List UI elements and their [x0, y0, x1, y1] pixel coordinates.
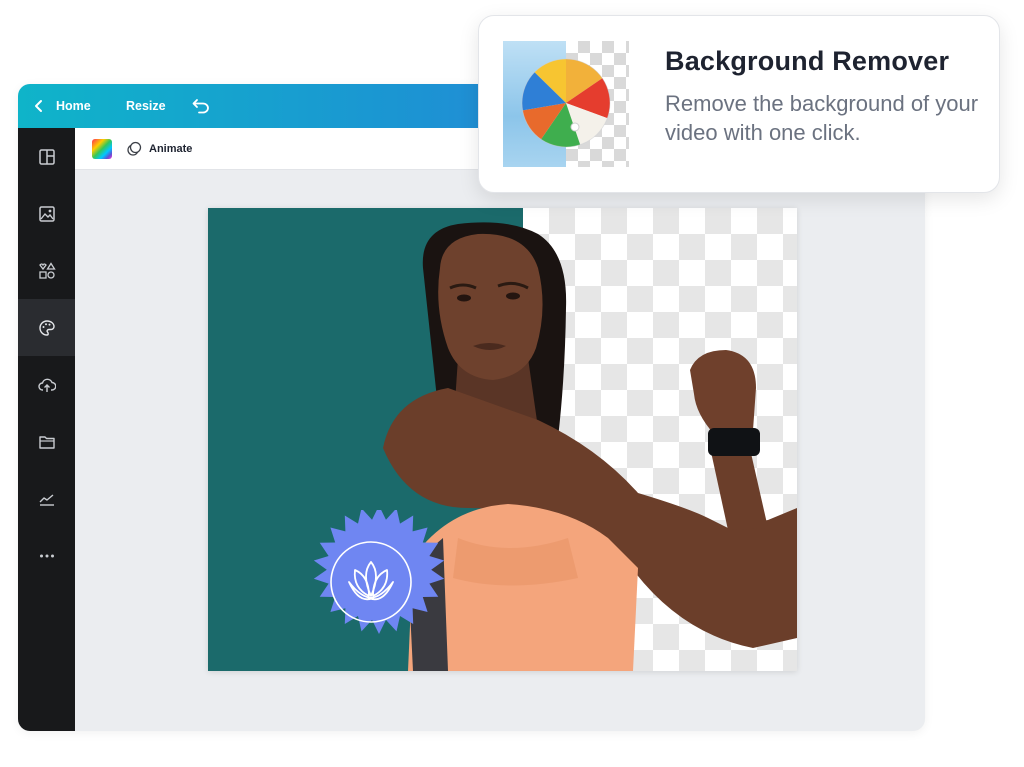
feature-title: Background Remover — [665, 46, 950, 76]
chevron-left-icon — [35, 100, 42, 112]
feature-card: Background Remover Remove the background… — [478, 15, 1000, 193]
sidebar-item-projects[interactable] — [18, 413, 75, 470]
sidebar-item-styles[interactable] — [18, 299, 75, 356]
animate-button[interactable]: Animate — [126, 128, 192, 169]
sidebar-item-photos[interactable] — [18, 185, 75, 242]
color-picker-button[interactable] — [92, 139, 112, 159]
sidebar-item-elements[interactable] — [18, 242, 75, 299]
beach-ball-image — [521, 58, 611, 148]
templates-icon — [38, 148, 55, 165]
badge-starburst — [313, 510, 445, 635]
undo-icon — [192, 99, 209, 114]
feature-thumbnail — [503, 41, 629, 167]
color-gradient-icon — [92, 139, 112, 159]
folder-icon — [38, 435, 55, 449]
feature-description: Remove the background of your video with… — [665, 91, 979, 145]
sidebar-item-uploads[interactable] — [18, 356, 75, 413]
sidebar-item-charts[interactable] — [18, 470, 75, 527]
animate-icon — [127, 141, 142, 156]
design-canvas[interactable] — [208, 208, 797, 671]
sidebar-item-more[interactable] — [18, 527, 75, 584]
more-icon — [39, 554, 54, 557]
animate-label: Animate — [149, 142, 193, 155]
elements-icon — [38, 261, 56, 279]
sidebar — [18, 128, 75, 731]
home-label: Home — [56, 99, 91, 113]
undo-button[interactable] — [192, 84, 210, 128]
styles-icon — [38, 319, 55, 336]
resize-button[interactable]: Resize — [126, 84, 166, 128]
uploads-icon — [37, 378, 56, 392]
lotus-badge — [313, 510, 445, 635]
photos-icon — [38, 205, 55, 222]
home-button[interactable]: Home — [34, 84, 91, 128]
charts-icon — [39, 493, 54, 506]
sidebar-item-templates[interactable] — [18, 128, 75, 185]
resize-label: Resize — [126, 99, 166, 113]
